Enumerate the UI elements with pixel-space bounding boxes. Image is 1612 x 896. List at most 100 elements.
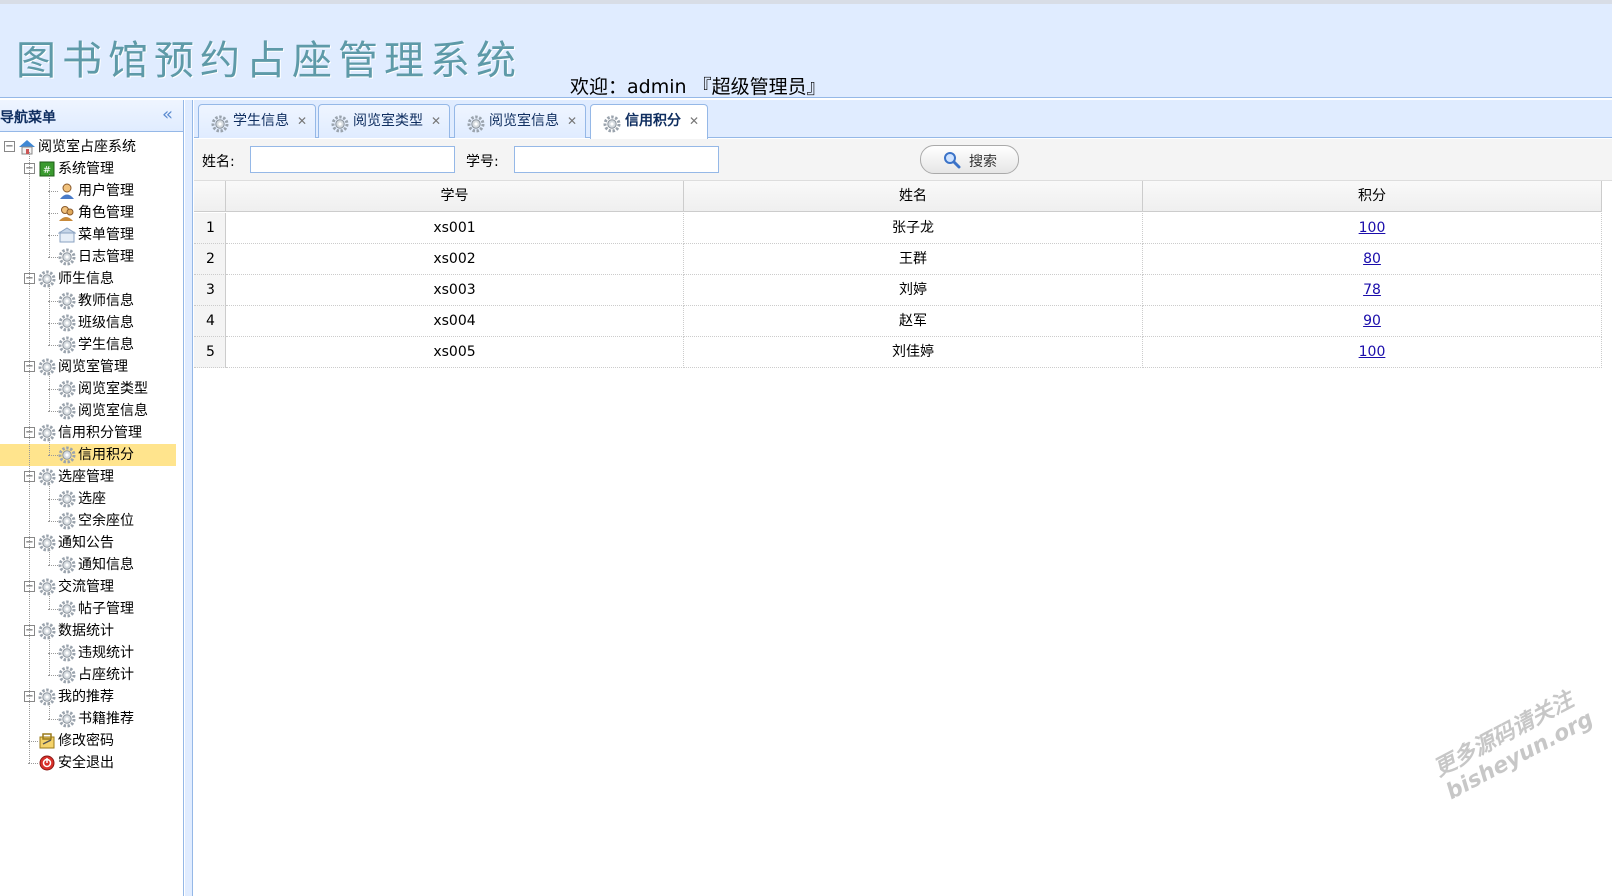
nav-item[interactable]: 教师信息 — [0, 290, 176, 312]
nav-item[interactable]: − 阅览室管理 — [0, 356, 176, 378]
tab[interactable]: 学生信息 ✕ — [198, 104, 316, 138]
nav-item[interactable]: 信用积分 — [0, 444, 176, 466]
nav-item[interactable]: 选座 — [0, 488, 176, 510]
system-icon: # — [38, 160, 56, 178]
collapse-toggle-icon[interactable]: − — [4, 141, 15, 152]
nav-item-label: 违规统计 — [78, 645, 134, 661]
tree-guide-line — [49, 548, 50, 565]
score-link[interactable]: 90 — [1363, 313, 1381, 329]
nav-item-label: 修改密码 — [58, 733, 114, 749]
student-id-cell: xs005 — [226, 337, 684, 368]
student-id-cell: xs001 — [226, 213, 684, 244]
gear-icon — [603, 113, 621, 133]
tab[interactable]: 阅览室信息 ✕ — [454, 104, 586, 138]
nav-item[interactable]: 修改密码 — [0, 730, 176, 752]
score-link[interactable]: 100 — [1359, 344, 1386, 360]
nav-item[interactable]: 班级信息 — [0, 312, 176, 334]
collapse-left-icon[interactable]: « — [162, 104, 173, 125]
gear-icon — [58, 248, 76, 266]
nav-item-label: 安全退出 — [58, 755, 114, 771]
nav-item[interactable]: − 我的推荐 — [0, 686, 176, 708]
search-button[interactable]: 搜索 — [920, 145, 1019, 174]
nav-item[interactable]: 占座统计 — [0, 664, 176, 686]
tab[interactable]: 阅览室类型 ✕ — [318, 104, 450, 138]
nav-item[interactable]: 安全退出 — [0, 752, 176, 774]
gear-icon — [58, 314, 76, 332]
score-cell: 78 — [1143, 275, 1602, 306]
name-cell: 赵军 — [684, 306, 1143, 337]
column-header[interactable]: 姓名 — [684, 181, 1143, 212]
table-row[interactable]: 3 xs003 刘婷 78 — [194, 275, 1602, 306]
panel-splitter[interactable] — [185, 100, 193, 896]
score-cell: 90 — [1143, 306, 1602, 337]
row-number: 1 — [194, 213, 226, 244]
table-row[interactable]: 2 xs002 王群 80 — [194, 244, 1602, 275]
gear-icon — [38, 534, 56, 552]
student-id-cell: xs004 — [226, 306, 684, 337]
nav-item[interactable]: 日志管理 — [0, 246, 176, 268]
nav-item[interactable]: 书籍推荐 — [0, 708, 176, 730]
nav-item-label: 用户管理 — [78, 183, 134, 199]
nav-item-label: 角色管理 — [78, 205, 134, 221]
nav-item[interactable]: 阅览室类型 — [0, 378, 176, 400]
column-header[interactable]: 学号 — [226, 181, 684, 212]
nav-item[interactable]: − 交流管理 — [0, 576, 176, 598]
score-link[interactable]: 100 — [1359, 220, 1386, 236]
nav-item[interactable]: 空余座位 — [0, 510, 176, 532]
close-icon[interactable]: ✕ — [431, 105, 441, 137]
gear-icon — [38, 270, 56, 288]
nav-header: 导航菜单 « — [0, 100, 183, 132]
close-icon[interactable]: ✕ — [689, 105, 699, 137]
gear-icon — [58, 666, 76, 684]
nav-item-label: 数据统计 — [58, 623, 114, 639]
tree-guide-line — [49, 284, 50, 345]
score-cell: 100 — [1143, 213, 1602, 244]
score-link[interactable]: 80 — [1363, 251, 1381, 267]
nav-item[interactable]: − 师生信息 — [0, 268, 176, 290]
nav-item[interactable]: 学生信息 — [0, 334, 176, 356]
nav-item[interactable]: − 数据统计 — [0, 620, 176, 642]
tree-connector — [28, 763, 38, 764]
tree-guide-line — [49, 438, 50, 455]
table-row[interactable]: 4 xs004 赵军 90 — [194, 306, 1602, 337]
watermark: 更多源码请关注 bisheyun.org — [1430, 666, 1612, 806]
tab[interactable]: 信用积分 ✕ — [590, 104, 708, 139]
close-icon[interactable]: ✕ — [567, 105, 577, 137]
nav-item[interactable]: − 通知公告 — [0, 532, 176, 554]
student-id-input[interactable] — [514, 146, 719, 173]
nav-item[interactable]: 帖子管理 — [0, 598, 176, 620]
nav-item[interactable]: − 选座管理 — [0, 466, 176, 488]
student-id-cell: xs003 — [226, 275, 684, 306]
nav-item[interactable]: 角色管理 — [0, 202, 176, 224]
nav-item[interactable]: − 阅览室占座系统 — [0, 136, 176, 158]
nav-item[interactable]: 菜单管理 — [0, 224, 176, 246]
nav-item-label: 菜单管理 — [78, 227, 134, 243]
nav-item[interactable]: 通知信息 — [0, 554, 176, 576]
column-header[interactable]: 积分 — [1143, 181, 1602, 212]
gear-icon — [38, 688, 56, 706]
row-number: 3 — [194, 275, 226, 306]
nav-item-label: 学生信息 — [78, 337, 134, 353]
tree-connector — [48, 411, 58, 412]
student-id-label: 学号: — [466, 154, 499, 170]
table-row[interactable]: 1 xs001 张子龙 100 — [194, 213, 1602, 244]
gear-icon — [38, 578, 56, 596]
name-input[interactable] — [250, 146, 455, 173]
gear-icon — [38, 424, 56, 442]
nav-item[interactable]: − # 系统管理 — [0, 158, 176, 180]
close-icon[interactable]: ✕ — [297, 105, 307, 137]
nav-item[interactable]: − 信用积分管理 — [0, 422, 176, 444]
row-number-header — [194, 181, 226, 212]
name-cell: 王群 — [684, 244, 1143, 275]
nav-item[interactable]: 阅览室信息 — [0, 400, 176, 422]
score-link[interactable]: 78 — [1363, 282, 1381, 298]
nav-item[interactable]: 违规统计 — [0, 642, 176, 664]
tabs-bar: 学生信息 ✕ 阅览室类型 ✕ 阅览室信息 ✕ 信用积分 ✕ — [194, 100, 1612, 139]
tab-label: 信用积分 — [625, 113, 681, 129]
nav-item-label: 通知信息 — [78, 557, 134, 573]
nav-item[interactable]: 用户管理 — [0, 180, 176, 202]
table-row[interactable]: 5 xs005 刘佳婷 100 — [194, 337, 1602, 368]
nav-item-label: 交流管理 — [58, 579, 114, 595]
role-icon — [58, 204, 76, 222]
search-button-label: 搜索 — [969, 154, 997, 170]
